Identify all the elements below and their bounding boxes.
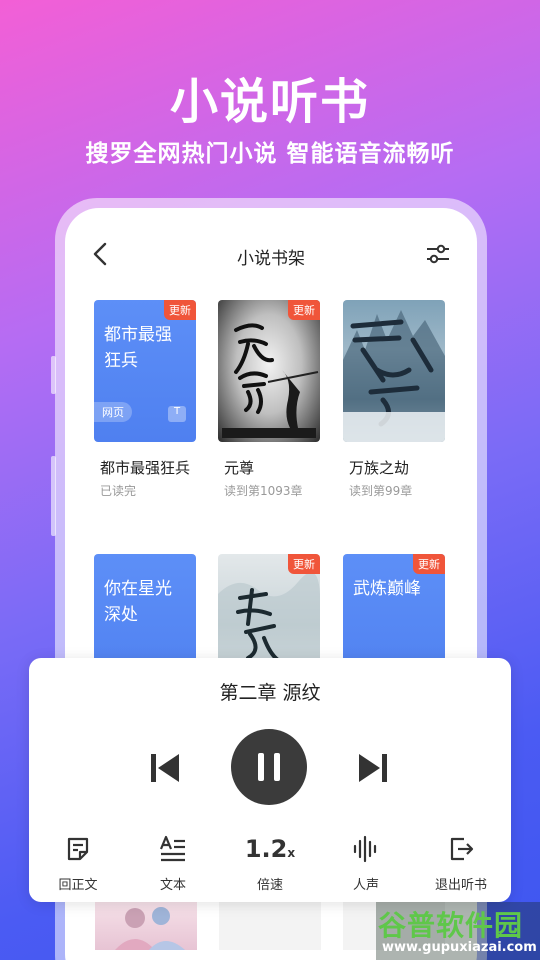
pause-icon <box>258 753 280 781</box>
cover-art-image <box>115 907 185 950</box>
update-badge: 更新 <box>164 300 196 320</box>
top-bar: 小说书架 <box>65 234 477 274</box>
book-cover[interactable]: 更新 <box>218 300 320 442</box>
book-title: 万族之劫 <box>349 459 410 477</box>
tool-label: 退出听书 <box>434 878 487 893</box>
page-title: 小说书架 <box>237 249 305 269</box>
promo-title: 小说听书 <box>169 74 370 130</box>
note-icon <box>67 837 89 861</box>
book-cover[interactable] <box>343 300 445 442</box>
previous-chapter-icon[interactable] <box>147 750 183 786</box>
exit-icon <box>450 837 474 861</box>
watermark-url: www.gupuxiazai.com <box>382 940 537 955</box>
cover-title: 都市最强狂兵 <box>104 325 172 371</box>
pause-button[interactable] <box>231 729 307 805</box>
tool-label: 文本 <box>159 878 186 893</box>
audio-player-panel: 第二章 源纹 回正文 文本 1.2x 倍速 人声 退出听书 <box>29 658 511 902</box>
cover-title: 你在星光深处 <box>104 579 172 625</box>
update-badge: 更新 <box>413 554 445 574</box>
phone-volume-button <box>51 356 56 394</box>
watermark: 谷普软件园 www.gupuxiazai.com <box>376 902 540 960</box>
watermark-brand: 谷普软件园 <box>378 909 524 942</box>
update-badge: 更新 <box>288 554 320 574</box>
book-item[interactable]: 万族之劫 读到第99章 <box>343 300 447 499</box>
update-badge: 更新 <box>288 300 320 320</box>
tool-label: 人声 <box>352 878 379 893</box>
book-item[interactable]: 都市最强狂兵 更新 网页 T 都市最强狂兵 已读完 <box>94 300 198 499</box>
speed-button[interactable]: 1.2x 倍速 <box>230 832 310 893</box>
book-item[interactable]: 更新 元尊 读到第1093章 <box>218 300 322 499</box>
filter-settings-icon[interactable] <box>425 242 451 266</box>
tool-label: 倍速 <box>256 878 283 893</box>
book-progress: 读到第99章 <box>349 484 413 498</box>
cover-title: 武炼巅峰 <box>353 579 421 599</box>
book-title: 元尊 <box>224 459 255 477</box>
speed-value: 1.2x <box>244 835 296 863</box>
cover-art-image <box>222 323 319 438</box>
book-title: 都市最强狂兵 <box>100 459 191 477</box>
voice-button[interactable]: 人声 <box>326 832 406 893</box>
exit-listening-button[interactable]: 退出听书 <box>421 832 501 893</box>
chapter-title: 第二章 源纹 <box>219 682 321 704</box>
book-cover-partial <box>219 898 321 950</box>
text-icon <box>159 835 185 862</box>
book-progress: 读到第1093章 <box>224 484 303 498</box>
tool-label: 回正文 <box>58 878 98 893</box>
voice-wave-icon <box>353 835 377 863</box>
web-tag: 网页 <box>94 402 132 422</box>
back-to-text-button[interactable]: 回正文 <box>38 832 118 893</box>
phone-side-button <box>51 456 56 536</box>
text-source-icon: T <box>168 406 186 422</box>
cover-art-image <box>343 310 445 442</box>
text-button[interactable]: 文本 <box>133 832 213 893</box>
book-progress: 已读完 <box>100 484 137 498</box>
book-cover[interactable]: 都市最强狂兵 更新 网页 T <box>94 300 196 442</box>
book-cover-partial <box>95 898 197 950</box>
promo-subtitle: 搜罗全网热门小说 智能语音流畅听 <box>85 141 455 167</box>
next-chapter-icon[interactable] <box>355 750 391 786</box>
